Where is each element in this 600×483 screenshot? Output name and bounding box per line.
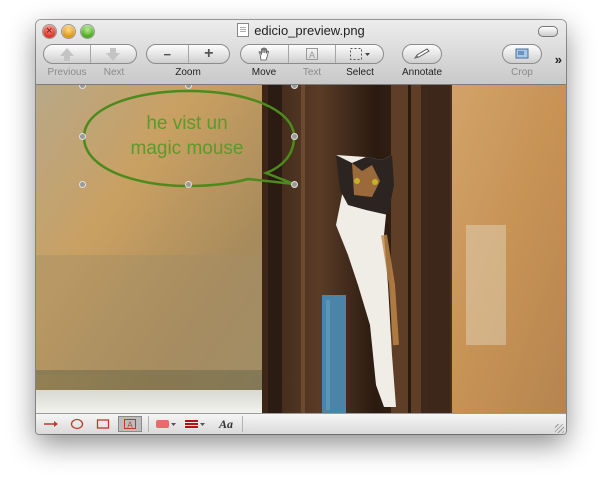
- resize-handle[interactable]: [79, 133, 86, 140]
- arrow-down-icon: [106, 47, 121, 61]
- text-label: Text: [302, 67, 322, 78]
- zoom-group: − +: [146, 44, 230, 64]
- crop-icon: [515, 48, 529, 59]
- marquee-icon: [349, 48, 370, 60]
- prev-next-group: [43, 44, 137, 64]
- color-picker[interactable]: [154, 416, 178, 432]
- resize-handle[interactable]: [291, 133, 298, 140]
- line-style-icon: [185, 420, 205, 428]
- move-label: Move: [251, 67, 277, 78]
- crop-group: [502, 44, 542, 64]
- zoom-label: Zoom: [175, 67, 201, 78]
- zoom-in-button[interactable]: +: [189, 45, 230, 63]
- divider: [242, 416, 243, 432]
- oval-tool[interactable]: [66, 416, 88, 432]
- color-swatch-icon: [156, 420, 176, 428]
- svg-text:A: A: [127, 421, 133, 430]
- previous-label: Previous: [47, 67, 87, 78]
- zoom-out-button[interactable]: −: [147, 45, 189, 63]
- annotate-group: [402, 44, 442, 64]
- bubble-text-line2: magic mouse: [130, 138, 244, 159]
- next-label: Next: [103, 67, 125, 78]
- bubble-text[interactable]: he vist un magic mouse: [112, 111, 262, 161]
- arrow-tool-icon: [44, 421, 58, 427]
- annotate-label: Annotate: [401, 67, 443, 78]
- toolbar-overflow-button[interactable]: »: [555, 52, 562, 67]
- arrow-tool[interactable]: [40, 416, 62, 432]
- pencil-icon: [413, 48, 430, 59]
- tool-mode-group: A: [240, 44, 384, 64]
- crop-label: Crop: [511, 67, 533, 78]
- zoom-in-icon: +: [204, 45, 214, 62]
- preview-window: × edicio_preview.png Previous Next − + Z…: [36, 20, 566, 434]
- arrow-up-icon: [59, 47, 74, 61]
- resize-grip-icon[interactable]: [555, 424, 564, 433]
- toolbar-toggle-icon[interactable]: [538, 26, 558, 37]
- text-box-tool[interactable]: A: [118, 416, 142, 432]
- resize-handle[interactable]: [291, 181, 298, 188]
- text-tool-icon: A: [306, 48, 318, 60]
- move-button[interactable]: [241, 45, 289, 63]
- next-button[interactable]: [91, 45, 137, 63]
- oval-tool-icon: [70, 418, 84, 430]
- previous-button[interactable]: [44, 45, 91, 63]
- text-box-tool-icon: A: [124, 419, 136, 430]
- annotate-button[interactable]: [403, 45, 441, 63]
- divider: [148, 416, 149, 432]
- bubble-text-line1: he vist un: [146, 113, 228, 134]
- annotation-toolbar: A Aa: [36, 413, 566, 434]
- text-tool-button[interactable]: A: [289, 45, 337, 63]
- hand-icon: [258, 47, 270, 61]
- image-canvas[interactable]: he vist un magic mouse: [36, 85, 566, 413]
- rectangle-tool[interactable]: [92, 416, 114, 432]
- resize-handle[interactable]: [79, 181, 86, 188]
- rectangle-tool-icon: [96, 419, 110, 429]
- window-title: edicio_preview.png: [254, 23, 365, 38]
- svg-text:A: A: [309, 50, 315, 60]
- line-style-picker[interactable]: [182, 416, 208, 432]
- font-button[interactable]: Aa: [214, 416, 238, 432]
- window-title-area: edicio_preview.png: [36, 23, 566, 38]
- select-label: Select: [346, 67, 374, 78]
- document-icon: [237, 23, 250, 37]
- title-toolbar: × edicio_preview.png Previous Next − + Z…: [36, 20, 566, 85]
- crop-button[interactable]: [503, 45, 541, 63]
- resize-handle[interactable]: [185, 181, 192, 188]
- select-button[interactable]: [336, 45, 383, 63]
- zoom-out-icon: −: [163, 46, 172, 62]
